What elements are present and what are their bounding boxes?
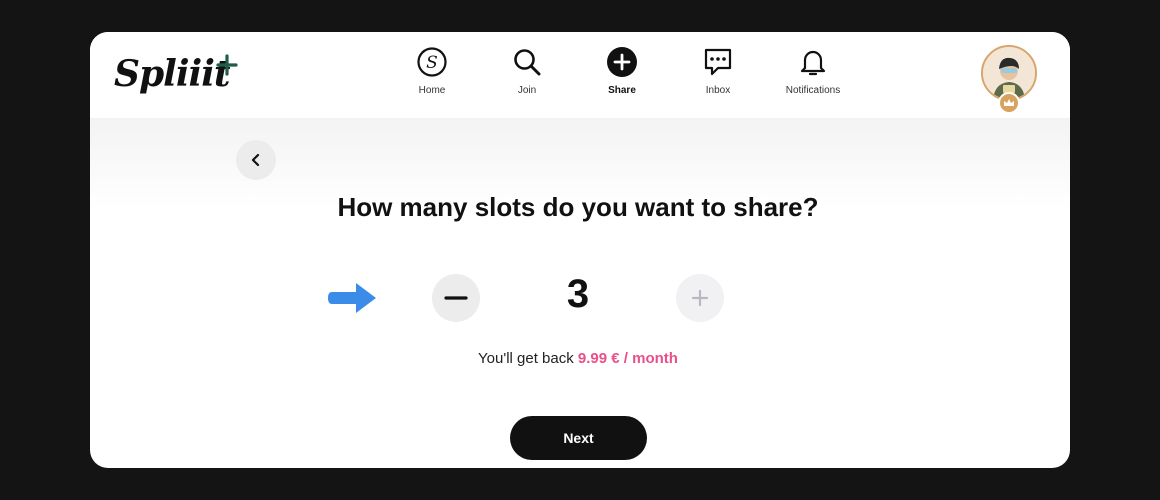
plus-circle-icon xyxy=(607,47,637,77)
next-button[interactable]: Next xyxy=(510,416,647,460)
arrow-right-icon xyxy=(328,283,376,313)
nav-item-join[interactable]: Join xyxy=(487,46,567,106)
bell-icon xyxy=(800,50,826,76)
decrease-slots-button[interactable] xyxy=(432,274,480,322)
s-circle-icon: S xyxy=(417,47,447,77)
nav-label-share: Share xyxy=(608,85,636,96)
chevron-left-icon xyxy=(251,153,260,167)
search-icon xyxy=(514,49,541,76)
minus-icon xyxy=(444,296,468,300)
back-button[interactable] xyxy=(236,140,276,180)
refund-prefix: You'll get back xyxy=(478,350,578,367)
chat-icon xyxy=(704,48,732,76)
slot-count: 3 xyxy=(566,272,590,316)
plus-icon xyxy=(691,289,709,307)
app-window: Spliiit S Home Join Share Inbox Notifica… xyxy=(90,32,1070,468)
nav-label-join: Join xyxy=(517,85,537,96)
nav-item-share[interactable]: Share xyxy=(582,46,662,106)
refund-amount: 9.99 € / month xyxy=(577,350,678,367)
crown-glyph xyxy=(1004,99,1014,106)
nav-item-inbox[interactable]: Inbox xyxy=(678,46,758,106)
svg-text:S: S xyxy=(426,53,438,73)
page-title: How many slots do you want to share? xyxy=(337,192,819,222)
nav-label-home: Home xyxy=(418,85,446,96)
nav-item-notifications[interactable]: Notifications xyxy=(773,46,853,106)
increase-slots-button[interactable] xyxy=(676,274,724,322)
nav-label-inbox: Inbox xyxy=(705,85,731,96)
top-navigation-bar: Spliiit S Home Join Share Inbox Notifica… xyxy=(90,32,1070,118)
main-nav: S Home Join Share Inbox Notifications xyxy=(90,46,1070,106)
nav-item-home[interactable]: S Home xyxy=(392,46,472,106)
crown-icon xyxy=(998,92,1020,114)
refund-text: You'll get back 9.99 € / month xyxy=(90,350,1066,367)
nav-label-notifications: Notifications xyxy=(785,85,841,96)
